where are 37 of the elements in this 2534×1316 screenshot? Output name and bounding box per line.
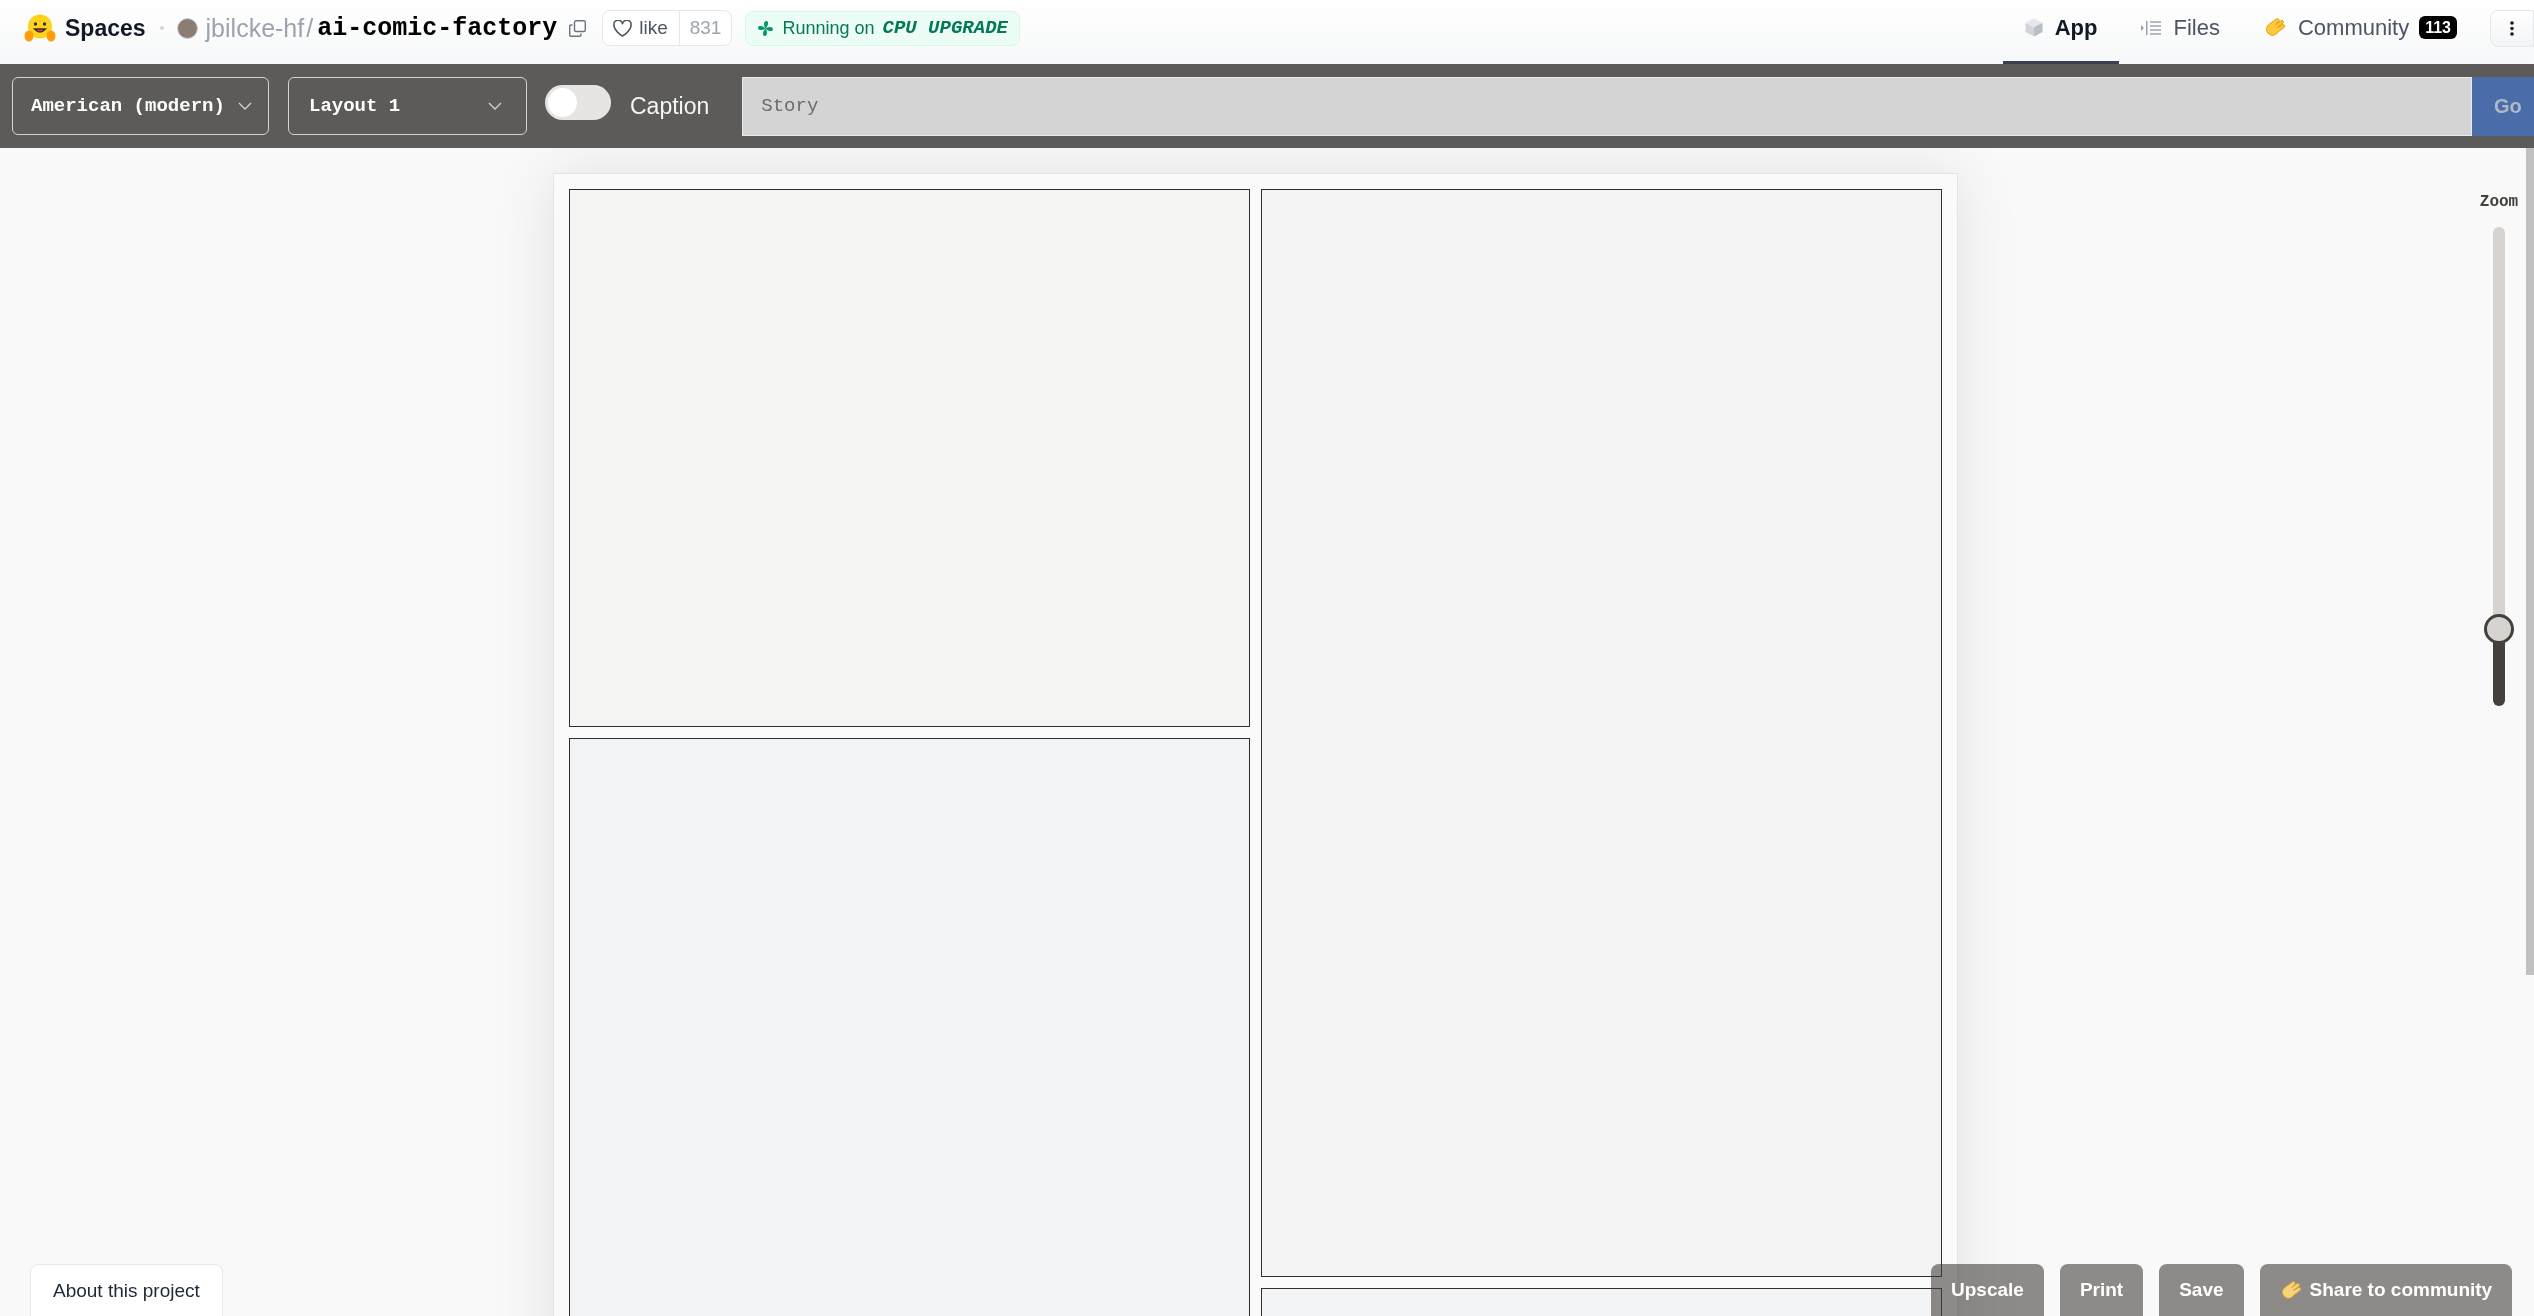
hand-icon (2279, 1281, 2302, 1300)
slider-thumb[interactable] (2484, 614, 2514, 645)
more-button[interactable] (2490, 9, 2534, 47)
toggle-label: Caption (630, 91, 710, 121)
style-dropdown[interactable]: American (modern) (12, 77, 269, 135)
copy-icon[interactable] (569, 19, 587, 37)
caption-toggle[interactable] (545, 85, 611, 120)
slider-track[interactable] (2493, 227, 2505, 706)
more-icon (2510, 20, 2514, 36)
cube-icon (2024, 18, 2043, 37)
action-button[interactable]: Upscale (1931, 1264, 2044, 1316)
nav-tab[interactable]: Community 113 (2241, 0, 2479, 64)
layout-dropdown[interactable]: Layout 1 (288, 77, 527, 135)
count-badge: 113 (2419, 16, 2457, 39)
chevron-down-icon (238, 102, 252, 110)
scrollbar-thumb[interactable] (2526, 148, 2534, 975)
repo-name[interactable]: ai-comic-factory (317, 15, 558, 41)
hardware-label: CPU UPGRADE (882, 15, 1008, 41)
avatar-icon (176, 17, 198, 39)
about-button[interactable]: About this project (30, 1264, 223, 1316)
pinwheel-icon (757, 19, 775, 37)
path-separator: / (306, 15, 314, 41)
action-button[interactable]: Save (2159, 1264, 2244, 1316)
like-count: 831 (678, 11, 732, 45)
list-icon (2141, 19, 2162, 36)
smiling-face-icon (24, 14, 56, 42)
action-button[interactable]: Share to community (2259, 1264, 2513, 1316)
chevron-down-icon (488, 102, 502, 110)
heart-icon (613, 19, 633, 37)
nav-tab[interactable]: Files (2119, 0, 2242, 64)
action-button[interactable]: Print (2059, 1264, 2144, 1316)
status-text: Running on (782, 16, 875, 40)
spaces-link[interactable]: Spaces (65, 16, 146, 40)
hand-icon (2263, 18, 2286, 37)
like-button[interactable]: like 831 (602, 10, 733, 46)
zoom-label: Zoom (2479, 193, 2519, 212)
story-input[interactable]: Story (742, 76, 2472, 136)
